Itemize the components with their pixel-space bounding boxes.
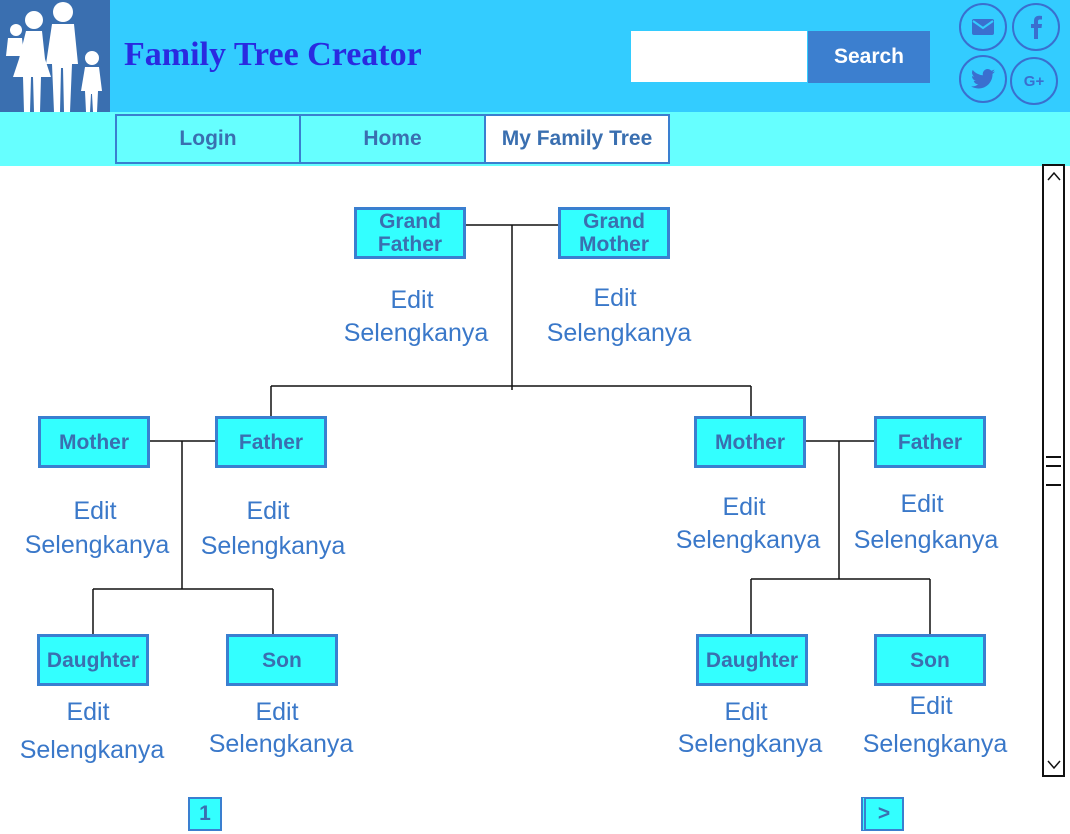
left-daughter-node[interactable]: Daughter (37, 634, 149, 686)
grand-mother-more-link[interactable]: Selengkanya (547, 319, 692, 348)
grand-father-line1: Grand (379, 210, 441, 233)
page-1-button[interactable]: 1 (188, 797, 222, 831)
scroll-up-arrow-icon[interactable] (1044, 166, 1063, 186)
left-daughter-edit-link[interactable]: Edit (66, 698, 109, 727)
scroll-thumb-grip[interactable] (1046, 454, 1061, 490)
left-father-edit-link[interactable]: Edit (246, 497, 289, 526)
grand-father-edit-link[interactable]: Edit (390, 286, 433, 315)
left-father-more-link[interactable]: Selengkanya (201, 532, 346, 561)
left-son-edit-link[interactable]: Edit (255, 698, 298, 727)
left-son-node[interactable]: Son (226, 634, 338, 686)
vertical-scrollbar[interactable] (1042, 164, 1065, 777)
right-father-edit-link[interactable]: Edit (900, 490, 943, 519)
left-daughter-more-link[interactable]: Selengkanya (20, 736, 165, 765)
grand-mother-edit-link[interactable]: Edit (593, 284, 636, 313)
right-daughter-more-link[interactable]: Selengkanya (678, 730, 823, 759)
scroll-down-arrow-icon[interactable] (1044, 755, 1063, 775)
right-daughter-edit-link[interactable]: Edit (724, 698, 767, 727)
grand-mother-line2: Mother (579, 233, 649, 256)
right-father-more-link[interactable]: Selengkanya (854, 526, 999, 555)
next-page-button[interactable]: > (861, 797, 904, 831)
left-mother-more-link[interactable]: Selengkanya (25, 531, 170, 560)
right-son-node[interactable]: Son (874, 634, 986, 686)
grand-mother-node[interactable]: Grand Mother (558, 207, 670, 259)
right-father-node[interactable]: Father (874, 416, 986, 468)
grand-father-line2: Father (377, 233, 443, 256)
right-mother-more-link[interactable]: Selengkanya (676, 526, 821, 555)
left-son-more-link[interactable]: Selengkanya (209, 730, 354, 759)
left-mother-node[interactable]: Mother (38, 416, 150, 468)
grand-father-more-link[interactable]: Selengkanya (344, 319, 489, 348)
right-son-edit-link[interactable]: Edit (909, 692, 952, 721)
grand-father-node[interactable]: Grand Father (354, 207, 466, 259)
right-mother-edit-link[interactable]: Edit (722, 493, 765, 522)
left-mother-edit-link[interactable]: Edit (73, 497, 116, 526)
right-daughter-node[interactable]: Daughter (696, 634, 808, 686)
right-mother-node[interactable]: Mother (694, 416, 806, 468)
left-father-node[interactable]: Father (215, 416, 327, 468)
right-son-more-link[interactable]: Selengkanya (863, 730, 1008, 759)
grand-mother-line1: Grand (583, 210, 645, 233)
